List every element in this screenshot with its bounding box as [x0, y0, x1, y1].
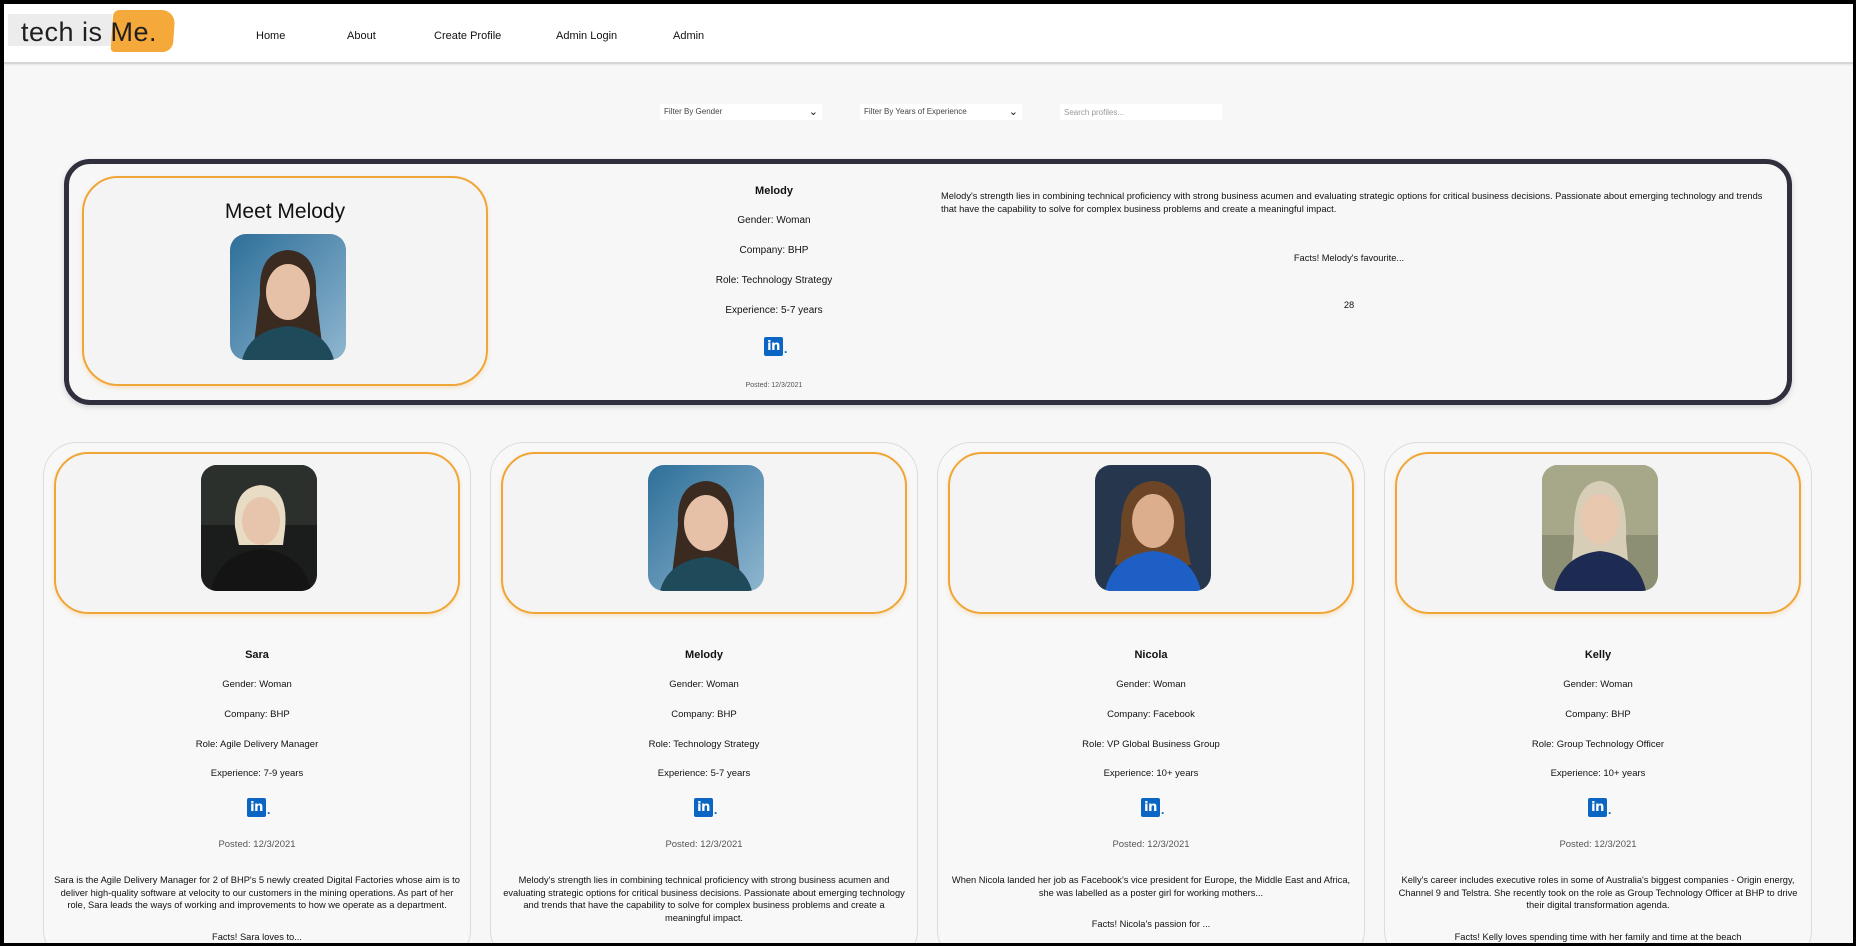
card-company: Company: BHP [1565, 709, 1631, 720]
card-experience: Experience: 10+ years [1103, 768, 1199, 779]
card-photo-box [1395, 452, 1801, 614]
card-name: Sara [245, 649, 269, 661]
chevron-down-icon: ⌄ [1008, 106, 1018, 118]
profile-card[interactable]: Kelly Gender: Woman Company: BHP Role: G… [1384, 442, 1812, 943]
featured-profile: Meet Melody Melody Gender: Woman Company… [64, 159, 1792, 405]
card-gender: Gender: Woman [222, 679, 292, 690]
profile-photo-kelly[interactable] [1542, 465, 1658, 591]
card-posted: Posted: 12/3/2021 [665, 839, 743, 850]
card-photo-box [501, 452, 907, 614]
card-description: Kelly's career includes executive roles … [1398, 875, 1798, 911]
linkedin-icon[interactable]: in [1141, 798, 1164, 822]
card-role: Role: Group Technology Officer [1531, 739, 1665, 750]
featured-company: Company: BHP [739, 245, 809, 256]
card-gender: Gender: Woman [1563, 679, 1633, 690]
card-company: Company: BHP [224, 709, 290, 720]
card-description: When Nicola landed her job as Facebook's… [951, 875, 1351, 898]
nav-admin-login[interactable]: Admin Login [556, 30, 617, 42]
card-description: Sara is the Agile Delivery Manager for 2… [54, 875, 460, 911]
gender-filter-label: Filter By Gender [664, 107, 723, 116]
profile-card[interactable]: Sara Gender: Woman Company: BHP Role: Ag… [43, 442, 471, 943]
profile-photo-melody[interactable] [648, 465, 764, 591]
logo-text-part2: Me. [110, 17, 158, 47]
card-experience: Experience: 10+ years [1550, 768, 1646, 779]
card-facts: Facts! Kelly loves spending time with he… [1454, 932, 1742, 942]
featured-title: Meet Melody [224, 200, 346, 223]
profile-photo-sara[interactable] [201, 465, 317, 591]
profile-photo-nicola[interactable] [1095, 465, 1211, 591]
chevron-down-icon: ⌄ [808, 106, 818, 118]
card-photo-box [948, 452, 1354, 614]
featured-description: Melody's strength lies in combining tech… [941, 191, 1763, 214]
card-role: Role: Agile Delivery Manager [195, 739, 319, 750]
card-name: Kelly [1584, 649, 1612, 661]
card-facts: Facts! Nicola's passion for ... [1091, 919, 1211, 929]
card-experience: Experience: 7-9 years [210, 768, 304, 779]
nav-about[interactable]: About [347, 30, 376, 42]
featured-photo-box: Meet Melody [82, 176, 488, 386]
profile-card[interactable]: Melody Gender: Woman Company: BHP Role: … [490, 442, 918, 943]
logo-text-part1: tech is [21, 17, 103, 47]
gender-filter-select[interactable]: Filter By Gender ⌄ [660, 104, 822, 120]
card-posted: Posted: 12/3/2021 [1559, 839, 1637, 850]
nav-admin[interactable]: Admin [673, 30, 704, 42]
featured-experience: Experience: 5-7 years [725, 305, 823, 316]
profile-card[interactable]: Nicola Gender: Woman Company: Facebook R… [937, 442, 1365, 943]
card-name: Melody [685, 649, 723, 661]
card-gender: Gender: Woman [669, 679, 739, 690]
featured-name: Melody [755, 185, 793, 197]
card-role: Role: VP Global Business Group [1082, 739, 1220, 750]
card-name: Nicola [1134, 649, 1168, 661]
card-company: Company: Facebook [1107, 709, 1195, 720]
featured-gender: Gender: Woman [737, 215, 811, 226]
linkedin-icon[interactable]: in [694, 798, 717, 822]
card-description: Melody's strength lies in combining tech… [503, 875, 905, 923]
featured-number: 28 [1343, 300, 1355, 310]
search-input[interactable] [1060, 104, 1222, 120]
card-company: Company: BHP [671, 709, 737, 720]
page: tech is Me. Home About Create Profile Adm… [4, 4, 1853, 943]
nav-home[interactable]: Home [256, 30, 285, 42]
card-gender: Gender: Woman [1116, 679, 1186, 690]
card-posted: Posted: 12/3/2021 [1112, 839, 1190, 850]
card-photo-box [54, 452, 460, 614]
card-posted: Posted: 12/3/2021 [218, 839, 296, 850]
profile-photo-melody[interactable] [230, 234, 346, 360]
card-facts: Facts! Sara loves to... [212, 932, 302, 942]
logo[interactable]: tech is Me. [8, 10, 176, 52]
featured-facts: Facts! Melody's favourite... [1293, 253, 1405, 263]
navbar: tech is Me. Home About Create Profile Adm… [4, 4, 1853, 64]
nav-create-profile[interactable]: Create Profile [434, 30, 501, 42]
linkedin-icon[interactable]: in [764, 337, 787, 361]
card-experience: Experience: 5-7 years [657, 768, 751, 779]
featured-posted: Posted: 12/3/2021 [745, 382, 803, 389]
featured-role: Role: Technology Strategy [715, 275, 833, 286]
experience-filter-select[interactable]: Filter By Years of Experience ⌄ [860, 104, 1022, 120]
card-role: Role: Technology Strategy [648, 739, 760, 750]
linkedin-icon[interactable]: in [1588, 798, 1611, 822]
experience-filter-label: Filter By Years of Experience [864, 107, 967, 116]
linkedin-icon[interactable]: in [247, 798, 270, 822]
